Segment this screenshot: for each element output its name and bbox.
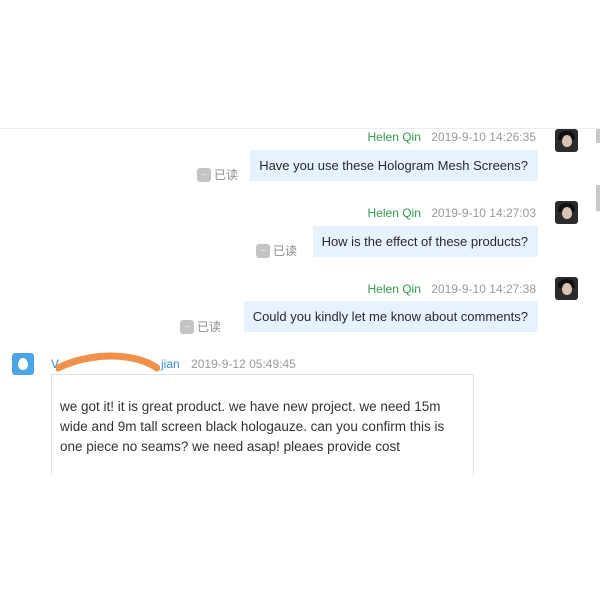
message-timestamp: 2019-9-12 05:49:45: [191, 357, 296, 371]
read-receipt: ··· 已读: [256, 242, 297, 259]
message-header: Helen Qin 2019-9-10 14:27:38: [368, 282, 536, 296]
read-label: 已读: [197, 320, 222, 334]
water-drop-icon: [18, 358, 28, 370]
read-receipt: ··· 已读: [180, 318, 221, 335]
chat-history-panel[interactable]: Helen Qin 2019-9-10 14:26:35 Have you us…: [0, 128, 600, 475]
message-bubble-outgoing[interactable]: Have you use these Hologram Mesh Screens…: [250, 150, 538, 181]
ellipsis-badge-icon: ···: [180, 319, 194, 334]
contact-avatar[interactable]: [12, 353, 34, 375]
sender-avatar[interactable]: [555, 201, 578, 224]
read-label: 已读: [214, 168, 239, 182]
screenshot-stage: Helen Qin 2019-9-10 14:26:35 Have you us…: [0, 0, 600, 600]
ellipsis-badge-icon: ···: [256, 243, 270, 258]
read-receipt: ··· 已读: [197, 166, 238, 183]
message-timestamp: 2019-9-10 14:26:35: [431, 130, 536, 144]
message-bubble-outgoing[interactable]: Could you kindly let me know about comme…: [243, 301, 538, 332]
scrollbar-marker[interactable]: [596, 129, 600, 143]
sender-avatar[interactable]: [555, 129, 578, 152]
message-timestamp: 2019-9-10 14:27:03: [431, 206, 536, 220]
scrollbar-thumb[interactable]: [596, 185, 600, 211]
ellipsis-badge-icon: ···: [197, 167, 211, 182]
message-bubble-incoming[interactable]: we got it! it is great product. we have …: [51, 374, 474, 475]
message-header: Helen Qin 2019-9-10 14:27:03: [368, 206, 536, 220]
sender-name[interactable]: Helen Qin: [368, 206, 421, 220]
read-label: 已读: [273, 244, 298, 258]
message-timestamp: 2019-9-10 14:27:38: [431, 282, 536, 296]
message-header: Helen Qin 2019-9-10 14:26:35: [368, 130, 536, 144]
redaction-scribble: [56, 352, 160, 372]
sender-avatar[interactable]: [555, 277, 578, 300]
sender-name[interactable]: Helen Qin: [368, 130, 421, 144]
sender-name[interactable]: Helen Qin: [368, 282, 421, 296]
message-bubble-outgoing[interactable]: How is the effect of these products?: [312, 226, 538, 257]
